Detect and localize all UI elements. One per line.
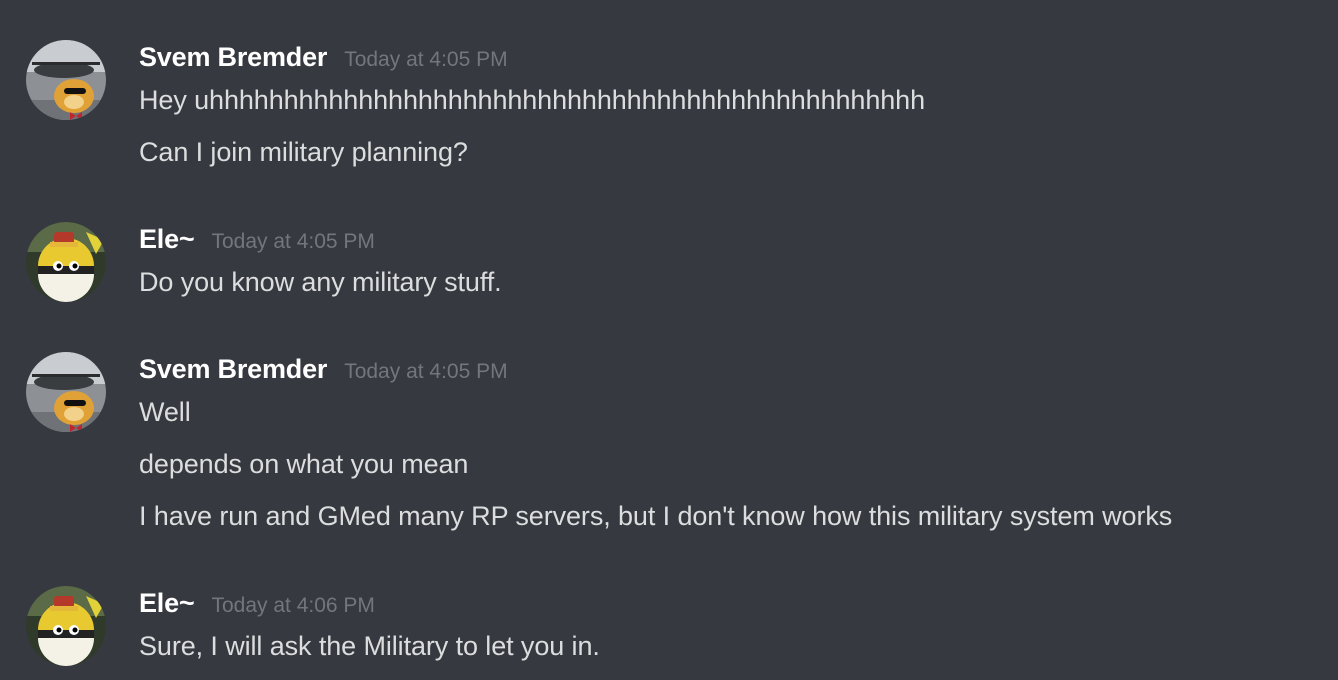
svem-avatar-icon[interactable]: [26, 352, 106, 432]
username[interactable]: Ele~: [139, 224, 195, 255]
message-header: Ele~ Today at 4:06 PM: [139, 588, 375, 619]
svem-avatar-icon[interactable]: [26, 40, 106, 120]
timestamp[interactable]: Today at 4:05 PM: [212, 230, 375, 254]
message-text: Do you know any military stuff.: [139, 267, 502, 297]
chat-messages: Svem Bremder Today at 4:05 PM Hey uhhhhh…: [0, 0, 1338, 680]
message-text: I have run and GMed many RP servers, but…: [139, 501, 1173, 531]
timestamp[interactable]: Today at 4:06 PM: [212, 594, 375, 618]
ele-avatar-icon[interactable]: [26, 222, 106, 302]
timestamp[interactable]: Today at 4:05 PM: [344, 48, 507, 72]
message-text: Well: [139, 397, 191, 427]
username[interactable]: Ele~: [139, 588, 195, 619]
username[interactable]: Svem Bremder: [139, 42, 327, 73]
message-header: Ele~ Today at 4:05 PM: [139, 224, 375, 255]
message-header: Svem Bremder Today at 4:05 PM: [139, 42, 508, 73]
message-text: Sure, I will ask the Military to let you…: [139, 631, 600, 661]
message-text: Hey uhhhhhhhhhhhhhhhhhhhhhhhhhhhhhhhhhhh…: [139, 85, 926, 115]
message-header: Svem Bremder Today at 4:05 PM: [139, 354, 508, 385]
timestamp[interactable]: Today at 4:05 PM: [344, 360, 507, 384]
ele-avatar-icon[interactable]: [26, 586, 106, 666]
message-text: depends on what you mean: [139, 449, 469, 479]
message-text: Can I join military planning?: [139, 137, 468, 167]
username[interactable]: Svem Bremder: [139, 354, 327, 385]
